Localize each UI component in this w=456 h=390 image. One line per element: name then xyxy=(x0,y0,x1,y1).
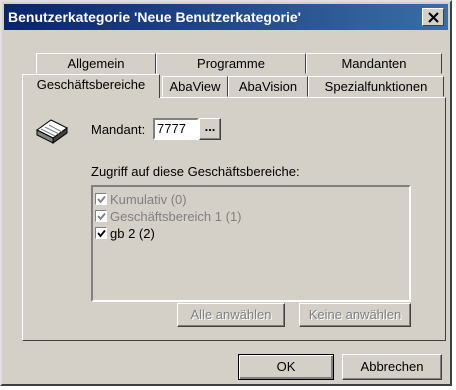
access-label: Zugriff auf diese Geschäftsbereiche: xyxy=(91,164,300,179)
select-none-button[interactable]: Keine anwählen xyxy=(299,303,411,327)
tab-abaview[interactable]: AbaView xyxy=(162,76,228,97)
business-areas-list[interactable]: Kumulativ (0) Geschäftsbereich 1 (1) gb … xyxy=(91,185,411,302)
mandant-label: Mandant: xyxy=(91,122,146,137)
list-item-label: Kumulativ (0) xyxy=(110,191,187,207)
dialog-window: Benutzerkategorie 'Neue Benutzerkategori… xyxy=(0,0,452,386)
tab-geschaeftsbereiche[interactable]: Geschäftsbereiche xyxy=(22,74,160,98)
list-item[interactable]: Geschäftsbereich 1 (1) xyxy=(95,208,242,224)
checkbox[interactable] xyxy=(95,210,107,222)
mandant-browse-button[interactable]: ... xyxy=(199,118,221,140)
title-bar: Benutzerkategorie 'Neue Benutzerkategori… xyxy=(4,4,448,30)
window-title: Benutzerkategorie 'Neue Benutzerkategori… xyxy=(8,9,301,25)
tab-label: AbaVision xyxy=(238,79,298,94)
tab-label: Programme xyxy=(197,56,265,71)
tab-abavision[interactable]: AbaVision xyxy=(228,76,308,97)
checkbox[interactable] xyxy=(95,193,107,205)
checkmark-icon xyxy=(96,195,106,203)
ok-button[interactable]: OK xyxy=(238,354,334,380)
tab-programme[interactable]: Programme xyxy=(156,53,306,74)
tab-label: Allgemein xyxy=(67,56,125,71)
tab-label: AbaView xyxy=(169,79,221,94)
tab-label: Geschäftsbereiche xyxy=(36,77,146,92)
select-all-button[interactable]: Alle anwählen xyxy=(177,303,285,327)
checkmark-icon xyxy=(96,212,106,220)
tab-spezialfunktionen[interactable]: Spezialfunktionen xyxy=(308,76,444,97)
tab-mandanten[interactable]: Mandanten xyxy=(306,53,442,74)
list-item[interactable]: gb 2 (2) xyxy=(95,225,155,241)
tab-allgemein[interactable]: Allgemein xyxy=(36,53,156,74)
tab-label: Mandanten xyxy=(341,56,407,71)
close-icon xyxy=(427,11,439,23)
cancel-button[interactable]: Abbrechen xyxy=(342,354,442,380)
close-button[interactable] xyxy=(422,8,444,26)
list-item-label: Geschäftsbereich 1 (1) xyxy=(110,208,242,224)
checkbox[interactable] xyxy=(95,227,107,239)
book-stack-icon xyxy=(36,119,68,144)
list-item[interactable]: Kumulativ (0) xyxy=(95,191,187,207)
tab-label: Spezialfunktionen xyxy=(324,79,428,94)
checkmark-icon xyxy=(96,229,106,237)
tab-panel: Mandant: 7777 ... Zugriff auf diese Gesc… xyxy=(22,97,446,341)
list-item-label: gb 2 (2) xyxy=(110,225,155,241)
mandant-input[interactable]: 7777 xyxy=(153,118,199,140)
